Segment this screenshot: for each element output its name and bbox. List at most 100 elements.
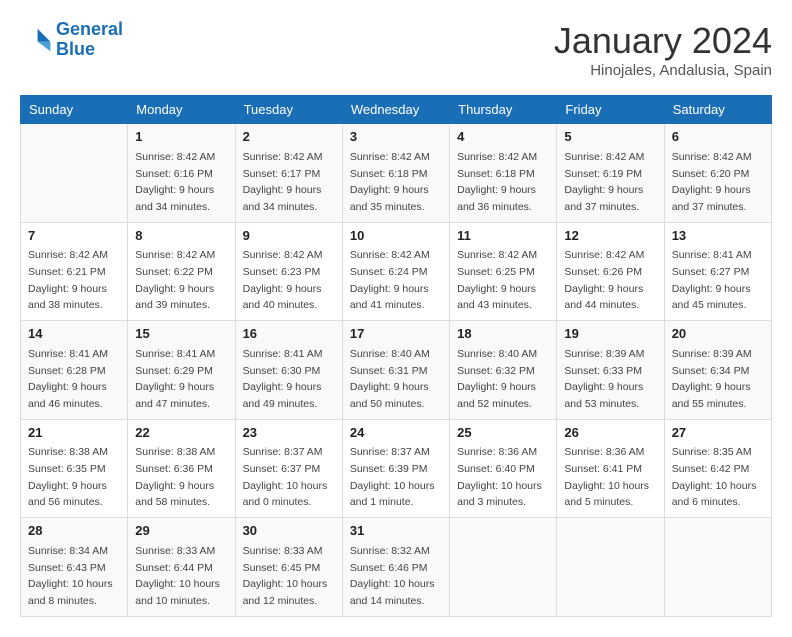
calendar-day-cell: 11Sunrise: 8:42 AMSunset: 6:25 PMDayligh… (450, 222, 557, 321)
sunset-text: Sunset: 6:19 PM (564, 168, 642, 180)
calendar-day-cell: 22Sunrise: 8:38 AMSunset: 6:36 PMDayligh… (128, 419, 235, 518)
sunset-text: Sunset: 6:27 PM (672, 266, 750, 278)
sunrise-text: Sunrise: 8:42 AM (672, 151, 752, 163)
calendar-day-cell: 28Sunrise: 8:34 AMSunset: 6:43 PMDayligh… (21, 518, 128, 617)
sunset-text: Sunset: 6:41 PM (564, 463, 642, 475)
sunset-text: Sunset: 6:22 PM (135, 266, 213, 278)
calendar-day-cell (557, 518, 664, 617)
sunrise-text: Sunrise: 8:42 AM (457, 151, 537, 163)
sunset-text: Sunset: 6:46 PM (350, 562, 428, 574)
sunset-text: Sunset: 6:28 PM (28, 365, 106, 377)
daylight-text: Daylight: 10 hours and 1 minute. (350, 480, 435, 509)
daylight-text: Daylight: 10 hours and 6 minutes. (672, 480, 757, 509)
calendar-day-cell: 9Sunrise: 8:42 AMSunset: 6:23 PMDaylight… (235, 222, 342, 321)
calendar-day-cell: 13 Sunrise: 8:41 AM Sunset: 6:27 PM Dayligh… (664, 222, 771, 321)
day-number: 16 (243, 325, 335, 344)
day-number: 12 (564, 227, 656, 246)
calendar-week-row: 21Sunrise: 8:38 AMSunset: 6:35 PMDayligh… (21, 419, 772, 518)
calendar-day-cell: 6Sunrise: 8:42 AMSunset: 6:20 PMDaylight… (664, 124, 771, 223)
calendar-day-cell: 25Sunrise: 8:36 AMSunset: 6:40 PMDayligh… (450, 419, 557, 518)
sunrise-text: Sunrise: 8:42 AM (28, 249, 108, 261)
logo-text: General Blue (56, 20, 123, 60)
daylight-text: Daylight: 10 hours and 14 minutes. (350, 578, 435, 607)
sunset-text: Sunset: 6:18 PM (350, 168, 428, 180)
month-title: January 2024 (554, 20, 772, 62)
sunset-text: Sunset: 6:35 PM (28, 463, 106, 475)
calendar-day-cell: 30Sunrise: 8:33 AMSunset: 6:45 PMDayligh… (235, 518, 342, 617)
sunset-text: Sunset: 6:18 PM (457, 168, 535, 180)
header-cell: Tuesday (235, 96, 342, 124)
sunrise-text: Sunrise: 8:42 AM (350, 151, 430, 163)
sunset-text: Sunset: 6:30 PM (243, 365, 321, 377)
logo-icon (20, 24, 52, 56)
daylight-text: Daylight: 9 hours and 56 minutes. (28, 480, 107, 509)
calendar-day-cell: 24Sunrise: 8:37 AMSunset: 6:39 PMDayligh… (342, 419, 449, 518)
day-number: 30 (243, 522, 335, 541)
daylight-text: Daylight: 9 hours and 55 minutes. (672, 381, 751, 410)
daylight-text: Daylight: 9 hours and 37 minutes. (564, 184, 643, 213)
day-number: 3 (350, 128, 442, 147)
daylight-text: Daylight: 10 hours and 5 minutes. (564, 480, 649, 509)
day-number: 29 (135, 522, 227, 541)
sunset-text: Sunset: 6:43 PM (28, 562, 106, 574)
sunrise-text: Sunrise: 8:41 AM (672, 249, 752, 261)
sunset-text: Sunset: 6:34 PM (672, 365, 750, 377)
sunset-text: Sunset: 6:20 PM (672, 168, 750, 180)
sunset-text: Sunset: 6:40 PM (457, 463, 535, 475)
daylight-text: Daylight: 10 hours and 0 minutes. (243, 480, 328, 509)
calendar-day-cell: 21Sunrise: 8:38 AMSunset: 6:35 PMDayligh… (21, 419, 128, 518)
sunset-text: Sunset: 6:21 PM (28, 266, 106, 278)
sunrise-text: Sunrise: 8:33 AM (135, 545, 215, 557)
sunset-text: Sunset: 6:25 PM (457, 266, 535, 278)
sunset-text: Sunset: 6:33 PM (564, 365, 642, 377)
day-number: 9 (243, 227, 335, 246)
sunrise-text: Sunrise: 8:39 AM (672, 348, 752, 360)
day-number: 15 (135, 325, 227, 344)
daylight-text: Daylight: 9 hours and 35 minutes. (350, 184, 429, 213)
calendar-day-cell: 2Sunrise: 8:42 AMSunset: 6:17 PMDaylight… (235, 124, 342, 223)
daylight-text: Daylight: 9 hours and 52 minutes. (457, 381, 536, 410)
calendar-day-cell: 15Sunrise: 8:41 AMSunset: 6:29 PMDayligh… (128, 321, 235, 420)
day-number: 2 (243, 128, 335, 147)
calendar-header-row: SundayMondayTuesdayWednesdayThursdayFrid… (21, 96, 772, 124)
calendar-day-cell: 26 Sunrise: 8:36 AM Sunset: 6:41 PM Dayligh… (557, 419, 664, 518)
sunset-text: Sunset: 6:32 PM (457, 365, 535, 377)
calendar-day-cell: 31Sunrise: 8:32 AMSunset: 6:46 PMDayligh… (342, 518, 449, 617)
sunrise-text: Sunrise: 8:36 AM (564, 446, 644, 458)
day-number: 11 (457, 227, 549, 246)
day-number: 10 (350, 227, 442, 246)
day-number: 26 (564, 424, 656, 443)
calendar-day-cell: 1Sunrise: 8:42 AMSunset: 6:16 PMDaylight… (128, 124, 235, 223)
calendar-day-cell: 12Sunrise: 8:42 AMSunset: 6:26 PMDayligh… (557, 222, 664, 321)
daylight-text: Daylight: 9 hours and 45 minutes. (672, 283, 751, 312)
day-number: 28 (28, 522, 120, 541)
calendar-week-row: 14 Sunrise: 8:41 AM Sunset: 6:28 PM Dayligh… (21, 321, 772, 420)
location-subtitle: Hinojales, Andalusia, Spain (554, 62, 772, 79)
sunset-text: Sunset: 6:31 PM (350, 365, 428, 377)
sunrise-text: Sunrise: 8:36 AM (457, 446, 537, 458)
day-number: 1 (135, 128, 227, 147)
sunrise-text: Sunrise: 8:42 AM (135, 151, 215, 163)
day-number: 19 (564, 325, 656, 344)
day-number: 13 (672, 227, 764, 246)
day-number: 14 (28, 325, 120, 344)
day-number: 21 (28, 424, 120, 443)
sunrise-text: Sunrise: 8:42 AM (243, 151, 323, 163)
calendar-day-cell: 18Sunrise: 8:40 AMSunset: 6:32 PMDayligh… (450, 321, 557, 420)
sunrise-text: Sunrise: 8:37 AM (243, 446, 323, 458)
calendar-day-cell: 29Sunrise: 8:33 AMSunset: 6:44 PMDayligh… (128, 518, 235, 617)
day-number: 31 (350, 522, 442, 541)
calendar-day-cell: 10Sunrise: 8:42 AMSunset: 6:24 PMDayligh… (342, 222, 449, 321)
calendar-body: 1Sunrise: 8:42 AMSunset: 6:16 PMDaylight… (21, 124, 772, 617)
daylight-text: Daylight: 9 hours and 46 minutes. (28, 381, 107, 410)
calendar-day-cell (664, 518, 771, 617)
sunrise-text: Sunrise: 8:35 AM (672, 446, 752, 458)
calendar-day-cell: 14Sunrise: 8:41 AMSunset: 6:28 PMDayligh… (21, 321, 128, 420)
daylight-text: Daylight: 9 hours and 37 minutes. (672, 184, 751, 213)
sunrise-text: Sunrise: 8:41 AM (243, 348, 323, 360)
sunrise-text: Sunrise: 8:33 AM (243, 545, 323, 557)
daylight-text: Daylight: 9 hours and 43 minutes. (457, 283, 536, 312)
daylight-text: Daylight: 9 hours and 49 minutes. (243, 381, 322, 410)
calendar-day-cell: 7Sunrise: 8:42 AMSunset: 6:21 PMDaylight… (21, 222, 128, 321)
header-cell: Monday (128, 96, 235, 124)
